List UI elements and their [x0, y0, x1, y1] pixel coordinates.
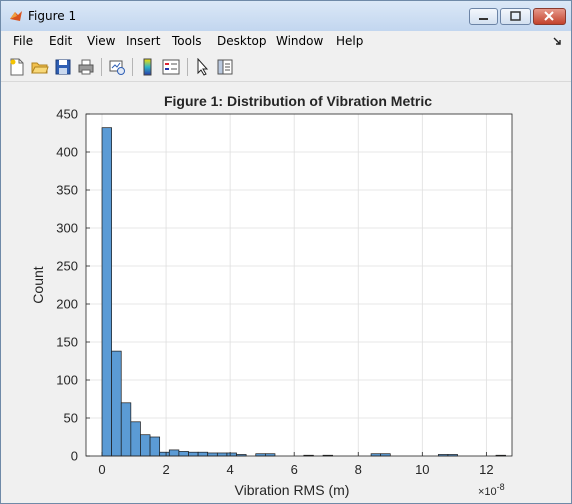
histogram-bar	[140, 434, 151, 457]
histogram-bar	[149, 436, 161, 457]
histogram-bar	[101, 127, 112, 457]
close-button[interactable]	[533, 8, 566, 25]
menu-window[interactable]: Window	[276, 34, 323, 48]
histogram-bar	[159, 451, 170, 457]
maximize-icon	[510, 11, 521, 21]
save-icon[interactable]	[54, 58, 72, 76]
histogram-bar	[226, 452, 237, 457]
histogram-bar	[216, 452, 228, 457]
y-tick-label: 400	[56, 145, 78, 160]
toolbar-separator	[132, 58, 133, 76]
menu-file[interactable]: File	[13, 34, 33, 48]
minimize-button[interactable]	[469, 8, 498, 25]
x-axis-exponent: ×10-8	[478, 482, 505, 498]
menu-help[interactable]: Help	[336, 34, 363, 48]
menu-edit[interactable]: Edit	[49, 34, 72, 48]
x-tick-label: 2	[162, 462, 169, 477]
y-tick-label: 350	[56, 183, 78, 198]
x-tick-label: 4	[227, 462, 234, 477]
histogram-bar	[178, 451, 189, 457]
minimize-icon	[479, 18, 488, 20]
y-axis-ticks: 0 50 100 150 200 250 300 350 400 450	[56, 107, 90, 464]
chart-title: Figure 1: Distribution of Vibration Metr…	[164, 93, 432, 109]
title-bar: Figure 1	[1, 1, 571, 31]
plot-area	[86, 114, 512, 456]
figure-canvas: 0 2 4 6 8 10 12 0 50 100 150 200 250 300 350 400 450 Fi…	[6, 83, 567, 499]
x-tick-label: 6	[291, 462, 298, 477]
menu-desktop[interactable]: Desktop	[217, 34, 267, 48]
y-tick-label: 200	[56, 297, 78, 312]
link-plot-icon[interactable]	[108, 58, 126, 76]
menu-insert[interactable]: Insert	[126, 34, 160, 48]
histogram-bar	[188, 451, 199, 457]
y-tick-label: 100	[56, 373, 78, 388]
window-title: Figure 1	[28, 9, 77, 23]
close-icon	[544, 11, 554, 21]
legend-icon[interactable]	[162, 58, 180, 76]
toolbar-separator	[101, 58, 102, 76]
y-tick-label: 0	[71, 449, 78, 464]
histogram-bar	[111, 350, 122, 457]
x-tick-label: 12	[479, 462, 493, 477]
histogram-bar	[207, 452, 218, 457]
open-file-icon[interactable]	[31, 58, 49, 76]
menu-view[interactable]: View	[87, 34, 115, 48]
toolbar-separator	[187, 58, 188, 76]
y-axis-label: Count	[30, 266, 46, 303]
new-figure-icon[interactable]	[8, 58, 26, 76]
matlab-logo-icon	[10, 11, 22, 21]
colorbar-icon[interactable]	[139, 58, 157, 76]
print-icon[interactable]	[77, 58, 95, 76]
menu-tools[interactable]: Tools	[172, 34, 202, 48]
histogram-bar	[197, 451, 209, 457]
histogram-chart[interactable]: 0 2 4 6 8 10 12 0 50 100 150 200 250 300 350 400 450 Fi…	[6, 83, 567, 499]
dock-arrow-icon[interactable]	[553, 37, 562, 46]
x-tick-label: 10	[415, 462, 429, 477]
x-tick-label: 0	[98, 462, 105, 477]
y-tick-label: 300	[56, 221, 78, 236]
property-editor-icon[interactable]	[216, 58, 234, 76]
figure-window: Figure 1 File Edit View Insert Tools Des…	[0, 0, 572, 504]
histogram-bar	[130, 421, 141, 457]
y-tick-label: 250	[56, 259, 78, 274]
toolbar	[1, 53, 571, 82]
histogram-bar	[168, 449, 180, 457]
x-axis-label: Vibration RMS (m)	[235, 482, 350, 498]
x-tick-label: 8	[355, 462, 362, 477]
pointer-icon[interactable]	[194, 58, 212, 76]
menu-bar: File Edit View Insert Tools Desktop Wind…	[1, 31, 571, 53]
y-tick-label: 50	[64, 411, 78, 426]
y-tick-label: 150	[56, 335, 78, 350]
histogram-bar	[120, 402, 132, 457]
y-tick-label: 450	[56, 107, 78, 122]
maximize-button[interactable]	[500, 8, 531, 25]
